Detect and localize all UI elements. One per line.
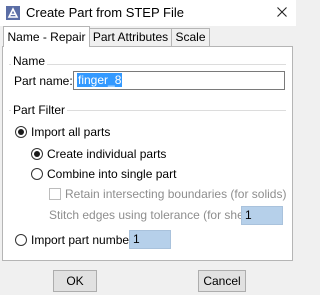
title-bar: Create Part from STEP File [0,0,296,26]
tab-scale[interactable]: Scale [171,28,210,46]
ok-button[interactable]: OK [53,270,97,292]
tab-label: Scale [175,30,206,44]
part-name-label: Part name: [14,74,73,88]
part-name-input[interactable]: finger_8 [73,71,285,90]
part-filter-group-title: Part Filter [11,103,68,117]
tab-label: Name - Repair [7,30,86,44]
stitch-edges-label: Stitch edges using tolerance (for shells… [49,208,260,222]
create-individual-parts-radio[interactable] [31,148,43,160]
close-icon [277,7,287,17]
combine-into-single-part-radio[interactable] [31,168,43,180]
retain-intersecting-label: Retain intersecting boundaries (for soli… [65,187,287,201]
import-part-number-radio[interactable] [15,234,27,246]
name-group-divider [9,64,286,65]
import-all-parts-label[interactable]: Import all parts [31,125,110,139]
import-all-parts-radio[interactable] [15,126,27,138]
tab-panel-name-repair: Name Part name: finger_8 Part Filter Imp… [2,46,293,261]
create-individual-parts-label[interactable]: Create individual parts [47,147,166,161]
name-group-title: Name [11,54,48,68]
part-number-input[interactable]: 1 [129,230,171,249]
combine-into-single-part-label[interactable]: Combine into single part [47,167,176,181]
tab-part-attributes[interactable]: Part Attributes [89,28,172,46]
stitch-tolerance-input[interactable]: 1 [241,206,283,225]
close-button[interactable] [270,0,294,24]
cancel-button[interactable]: Cancel [198,270,246,292]
part-name-value: finger_8 [77,73,123,87]
create-part-dialog: Create Part from STEP File Name - Repair… [0,0,296,295]
tab-label: Part Attributes [92,30,169,44]
abaqus-app-icon [6,6,20,20]
tab-name-repair[interactable]: Name - Repair [3,26,90,47]
window-title: Create Part from STEP File [26,5,184,20]
retain-intersecting-checkbox[interactable] [49,188,61,200]
import-part-number-label[interactable]: Import part number [31,233,133,247]
